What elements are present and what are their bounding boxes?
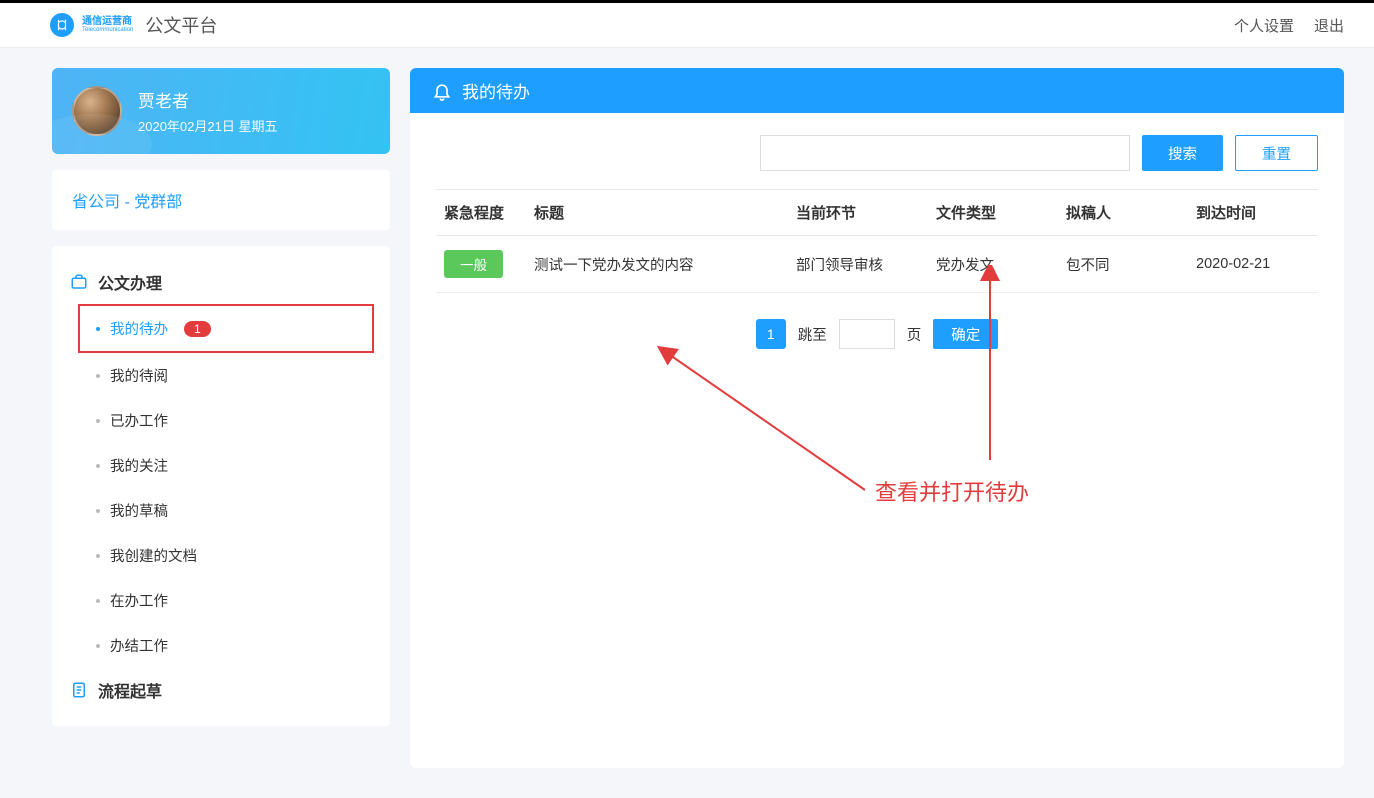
main-layout: 贾老者 2020年02月21日 星期五 省公司 - 党群部 公文办理 我的待办 … bbox=[0, 48, 1374, 788]
menu-item-my-follow[interactable]: 我的关注 bbox=[80, 443, 372, 488]
menu-item-label: 在办工作 bbox=[110, 590, 168, 611]
menu-item-label: 我的待阅 bbox=[110, 365, 168, 386]
table-head: 紧急程度 标题 当前环节 文件类型 拟稿人 到达时间 bbox=[436, 190, 1318, 236]
brand-en: Telecommunication bbox=[82, 27, 133, 33]
profile-info: 贾老者 2020年02月21日 星期五 bbox=[138, 87, 277, 135]
cell-title: 测试一下党办发文的内容 bbox=[526, 236, 788, 293]
col-drafter: 拟稿人 bbox=[1058, 190, 1188, 236]
bullet-icon bbox=[96, 509, 100, 513]
bullet-icon bbox=[96, 599, 100, 603]
menu-section-docs: 公文办理 我的待办 1 我的待阅 已办工作 bbox=[52, 260, 390, 668]
panel-header: 我的待办 bbox=[410, 68, 1344, 113]
menu-heading-flow[interactable]: 流程起草 bbox=[70, 668, 372, 712]
jump-label: 跳至 bbox=[798, 324, 827, 345]
menu-item-label: 办结工作 bbox=[110, 635, 168, 656]
cell-filetype: 党办发文 bbox=[928, 236, 1058, 293]
menu-item-label: 已办工作 bbox=[110, 410, 168, 431]
brand-text: 通信运营商 Telecommunication bbox=[82, 17, 133, 33]
app-title: 公文平台 bbox=[145, 12, 217, 38]
col-filetype: 文件类型 bbox=[928, 190, 1058, 236]
bullet-icon bbox=[96, 374, 100, 378]
brand-logo-icon bbox=[50, 13, 74, 37]
menu-item-label: 我的关注 bbox=[110, 455, 168, 476]
urgency-tag: 一般 bbox=[444, 250, 503, 278]
nav-menu: 公文办理 我的待办 1 我的待阅 已办工作 bbox=[52, 246, 390, 726]
cell-drafter: 包不同 bbox=[1058, 236, 1188, 293]
menu-heading-label: 流程起草 bbox=[98, 678, 162, 702]
menu-item-my-draft[interactable]: 我的草稿 bbox=[80, 488, 372, 533]
menu-item-my-created[interactable]: 我创建的文档 bbox=[80, 533, 372, 578]
page-confirm-button[interactable]: 确定 bbox=[933, 319, 998, 349]
todo-panel: 我的待办 搜索 重置 紧急程度 标题 当前环节 文件类型 拟稿人 bbox=[410, 68, 1344, 768]
search-input[interactable] bbox=[760, 135, 1130, 171]
menu-item-done[interactable]: 已办工作 bbox=[80, 398, 372, 443]
logout-link[interactable]: 退出 bbox=[1314, 15, 1344, 36]
menu-item-label: 我的草稿 bbox=[110, 500, 168, 521]
menu-heading-docs[interactable]: 公文办理 bbox=[70, 260, 372, 304]
menu-items: 我的待办 1 我的待阅 已办工作 我的关注 bbox=[70, 304, 372, 668]
settings-link[interactable]: 个人设置 bbox=[1234, 15, 1294, 36]
cell-stage: 部门领导审核 bbox=[788, 236, 928, 293]
org-label: 省公司 - 党群部 bbox=[72, 194, 182, 211]
profile-date: 2020年02月21日 星期五 bbox=[138, 116, 277, 135]
app-header: 通信运营商 Telecommunication 公文平台 个人设置 退出 bbox=[0, 3, 1374, 48]
briefcase-icon bbox=[70, 273, 88, 291]
page-number-current[interactable]: 1 bbox=[756, 319, 786, 349]
annotation-text: 查看并打开待办 bbox=[875, 475, 1029, 507]
search-bar: 搜索 重置 bbox=[436, 135, 1318, 171]
menu-item-my-read[interactable]: 我的待阅 bbox=[80, 353, 372, 398]
bell-icon bbox=[432, 81, 452, 101]
panel-title: 我的待办 bbox=[462, 78, 530, 103]
bullet-icon bbox=[96, 644, 100, 648]
menu-item-label: 我创建的文档 bbox=[110, 545, 197, 566]
col-stage: 当前环节 bbox=[788, 190, 928, 236]
bullet-icon bbox=[96, 464, 100, 468]
bullet-icon bbox=[96, 327, 100, 331]
menu-item-my-todo[interactable]: 我的待办 1 bbox=[78, 304, 374, 353]
todo-count-badge: 1 bbox=[184, 321, 211, 337]
col-title: 标题 bbox=[526, 190, 788, 236]
content-area: 我的待办 搜索 重置 紧急程度 标题 当前环节 文件类型 拟稿人 bbox=[410, 68, 1344, 768]
menu-heading-label: 公文办理 bbox=[98, 270, 162, 294]
search-button[interactable]: 搜索 bbox=[1142, 135, 1223, 171]
profile-card: 贾老者 2020年02月21日 星期五 bbox=[52, 68, 390, 154]
page-jump-input[interactable] bbox=[839, 319, 895, 349]
pagination: 1 跳至 页 确定 bbox=[436, 319, 1318, 349]
sidebar: 贾老者 2020年02月21日 星期五 省公司 - 党群部 公文办理 我的待办 … bbox=[52, 68, 390, 768]
document-icon bbox=[70, 681, 88, 699]
bullet-icon bbox=[96, 554, 100, 558]
profile-name: 贾老者 bbox=[138, 87, 277, 112]
todo-table: 紧急程度 标题 当前环节 文件类型 拟稿人 到达时间 一般 bbox=[436, 189, 1318, 293]
col-urgency: 紧急程度 bbox=[436, 190, 526, 236]
reset-button[interactable]: 重置 bbox=[1235, 135, 1318, 171]
cell-urgency: 一般 bbox=[436, 236, 526, 293]
avatar bbox=[72, 86, 122, 136]
menu-section-flow: 流程起草 bbox=[52, 668, 390, 712]
annotation-arrow-up bbox=[970, 265, 1010, 465]
cell-arrived: 2020-02-21 bbox=[1188, 236, 1318, 293]
page-unit-label: 页 bbox=[907, 324, 922, 345]
header-actions: 个人设置 退出 bbox=[1234, 15, 1344, 36]
col-arrived: 到达时间 bbox=[1188, 190, 1318, 236]
brand-area: 通信运营商 Telecommunication 公文平台 bbox=[50, 12, 217, 38]
panel-body: 搜索 重置 紧急程度 标题 当前环节 文件类型 拟稿人 到达时间 bbox=[410, 113, 1344, 768]
annotation-arrow-left bbox=[655, 340, 875, 510]
menu-item-label: 我的待办 bbox=[110, 318, 168, 339]
menu-item-in-progress[interactable]: 在办工作 bbox=[80, 578, 372, 623]
org-card: 省公司 - 党群部 bbox=[52, 170, 390, 230]
brand-cn: 通信运营商 bbox=[82, 17, 133, 27]
table-row[interactable]: 一般 测试一下党办发文的内容 部门领导审核 党办发文 包不同 2020-02-2… bbox=[436, 236, 1318, 293]
bullet-icon bbox=[96, 419, 100, 423]
menu-item-completed[interactable]: 办结工作 bbox=[80, 623, 372, 668]
